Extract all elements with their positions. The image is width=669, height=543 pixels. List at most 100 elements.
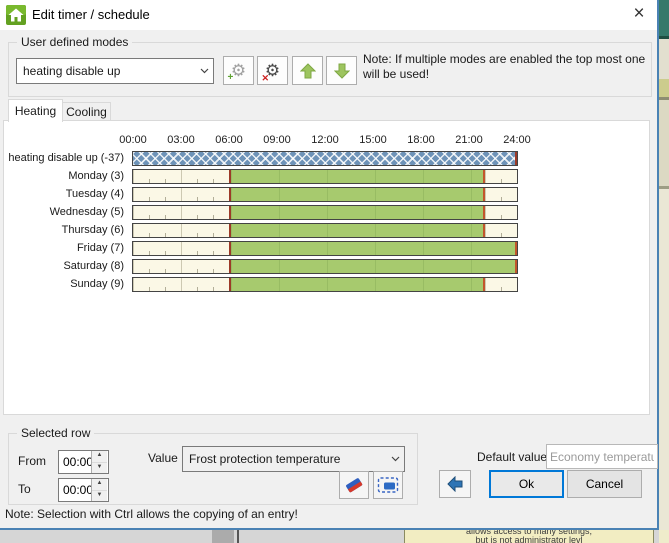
segment-active[interactable] (229, 188, 485, 201)
default-value-label: Default value (477, 450, 548, 464)
schedule-row-bar[interactable] (132, 277, 518, 292)
to-spin-down-icon[interactable]: ▼ (92, 489, 107, 501)
value-select[interactable]: Frost protection temperature (182, 446, 405, 472)
gear-remove-icon: ⚙ ✕ (261, 60, 281, 83)
chevron-down-icon (195, 68, 213, 74)
schedule-row-label: heating disable up (-37) (8, 152, 124, 164)
window-title: Edit timer / schedule (32, 7, 150, 22)
background-strip-segment (659, 530, 669, 543)
close-icon[interactable]: × (622, 0, 656, 30)
background-strip-segment (659, 79, 669, 97)
tab-heating[interactable]: Heating (8, 99, 63, 122)
to-spin-up-icon[interactable]: ▲ (92, 479, 107, 490)
segment-inactive[interactable] (485, 278, 517, 291)
schedule-row-bar[interactable] (132, 151, 518, 166)
from-spin-down-icon[interactable]: ▼ (92, 461, 107, 473)
modes-group: User defined modes heating disable up ⚙ … (8, 35, 652, 97)
selected-row-group-label: Selected row (17, 426, 95, 440)
footer-note: Note: Selection with Ctrl allows the cop… (5, 507, 298, 521)
schedule-row-bar[interactable] (132, 169, 518, 184)
background-divider (237, 530, 239, 543)
schedule-row-label: Wednesday (5) (49, 206, 124, 218)
segment-inactive[interactable] (485, 206, 517, 219)
segment-inactive[interactable] (485, 170, 517, 183)
segment-inactive[interactable] (133, 260, 229, 273)
schedule-row-bar[interactable] (132, 241, 518, 256)
tab-cooling[interactable]: Cooling (62, 102, 111, 122)
schedule-row-label: Monday (3) (68, 170, 124, 182)
schedule-row-label: Saturday (8) (63, 260, 124, 272)
screen: allows access to many settings, but is n… (0, 0, 669, 543)
segment-active[interactable] (229, 170, 485, 183)
schedule-row: Monday (3) (0, 169, 650, 184)
schedule-row-bar[interactable] (132, 187, 518, 202)
mode-select[interactable]: heating disable up (16, 58, 214, 84)
add-mode-button[interactable]: ⚙ + (223, 56, 254, 85)
segment-inactive[interactable] (133, 188, 229, 201)
arrow-down-icon (333, 63, 350, 79)
schedule-row: Thursday (6) (0, 223, 650, 238)
background-bottom-strip: allows access to many settings, but is n… (0, 530, 659, 543)
schedule-row: Sunday (9) (0, 277, 650, 292)
back-arrow-icon (447, 476, 463, 492)
schedule-row: Saturday (8) (0, 259, 650, 274)
segment-inactive[interactable] (133, 242, 229, 255)
schedule-row-label: Tuesday (4) (65, 188, 124, 200)
from-input[interactable] (59, 451, 91, 473)
schedule-row: Friday (7) (0, 241, 650, 256)
segment-inactive[interactable] (133, 278, 229, 291)
back-button[interactable] (439, 470, 471, 498)
to-input[interactable] (59, 479, 91, 501)
schedule-row-bar[interactable] (132, 205, 518, 220)
arrow-up-icon (299, 62, 316, 78)
default-value-input[interactable] (546, 444, 658, 469)
axis-tick-label: 24:00 (503, 134, 531, 146)
axis-tick-label: 18:00 (407, 134, 435, 146)
segment-active[interactable] (229, 206, 485, 219)
axis-tick-label: 06:00 (215, 134, 243, 146)
segment-inactive[interactable] (133, 224, 229, 237)
title-bar[interactable]: Edit timer / schedule × (0, 0, 657, 30)
segment-active[interactable] (229, 260, 517, 273)
segment-active[interactable] (229, 278, 485, 291)
segment-active[interactable] (229, 224, 485, 237)
segment-inactive[interactable] (485, 188, 517, 201)
erase-button[interactable] (339, 471, 369, 499)
axis-tick-label: 00:00 (119, 134, 147, 146)
ok-button[interactable]: Ok (489, 470, 564, 498)
value-label: Value (148, 451, 178, 465)
move-up-button[interactable] (292, 56, 323, 85)
value-select-value: Frost protection temperature (189, 452, 341, 466)
chevron-down-icon (386, 456, 404, 462)
schedule-row: heating disable up (-37) (0, 151, 650, 166)
to-label: To (18, 482, 31, 496)
copy-selection-button[interactable] (373, 471, 403, 499)
background-window-text: allows access to many settings, but is n… (404, 530, 654, 543)
selected-row-group: Selected row From ▲ ▼ To ▲ ▼ Value Frost… (8, 426, 418, 505)
segment-inactive[interactable] (133, 206, 229, 219)
axis-tick-label: 09:00 (263, 134, 291, 146)
move-down-button[interactable] (326, 56, 357, 85)
background-strip-segment (659, 39, 669, 79)
schedule-row-bar[interactable] (132, 259, 518, 274)
to-spinner: ▲ ▼ (58, 478, 109, 502)
from-spin-up-icon[interactable]: ▲ (92, 451, 107, 462)
background-text-line2: but is not administrator levl (475, 535, 583, 543)
remove-mode-button[interactable]: ⚙ ✕ (257, 56, 288, 85)
background-strip-segment (659, 189, 669, 530)
axis-tick-label: 15:00 (359, 134, 387, 146)
mode-select-value: heating disable up (23, 64, 121, 78)
from-spinner: ▲ ▼ (58, 450, 109, 474)
axis-tick-label: 21:00 (455, 134, 483, 146)
segment-inactive[interactable] (133, 170, 229, 183)
segment-active[interactable] (229, 242, 517, 255)
eraser-icon (346, 478, 363, 493)
segment-inactive[interactable] (485, 224, 517, 237)
schedule: 00:00 03:00 06:00 09:00 12:00 15:00 18:00 21:00… (0, 130, 650, 400)
schedule-row-label: Friday (7) (76, 242, 124, 254)
schedule-rows: heating disable up (-37) Monday (3) Tuesda… (0, 151, 650, 295)
cancel-button[interactable]: Cancel (567, 470, 642, 498)
schedule-row-bar[interactable] (132, 223, 518, 238)
background-scrollbar-thumb (212, 530, 234, 543)
segment-mode[interactable] (133, 152, 517, 165)
